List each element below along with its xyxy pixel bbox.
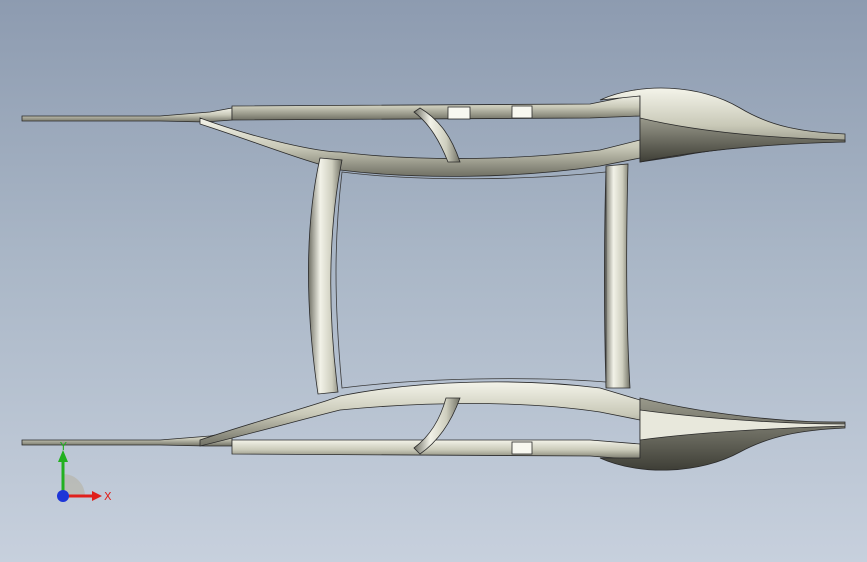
inner-opening [335, 171, 607, 389]
y-axis-label: Y [59, 440, 67, 453]
right-crossmember [604, 163, 631, 389]
cad-viewport[interactable] [0, 0, 867, 562]
top-rail-slot-2 [511, 105, 533, 119]
x-axis-label: X [104, 490, 112, 503]
top-curved-beam [199, 117, 641, 177]
left-crossmember [308, 157, 343, 395]
bottom-rail-slot-1 [511, 441, 533, 455]
top-straight-member [231, 93, 641, 121]
chassis-frame-model[interactable] [21, 87, 846, 471]
axis-triad: Y X [57, 440, 112, 503]
bottom-straight-member [231, 439, 641, 461]
bottom-curved-beam [199, 381, 641, 447]
z-axis-icon [57, 490, 69, 502]
top-rail-slot-1 [447, 106, 471, 120]
